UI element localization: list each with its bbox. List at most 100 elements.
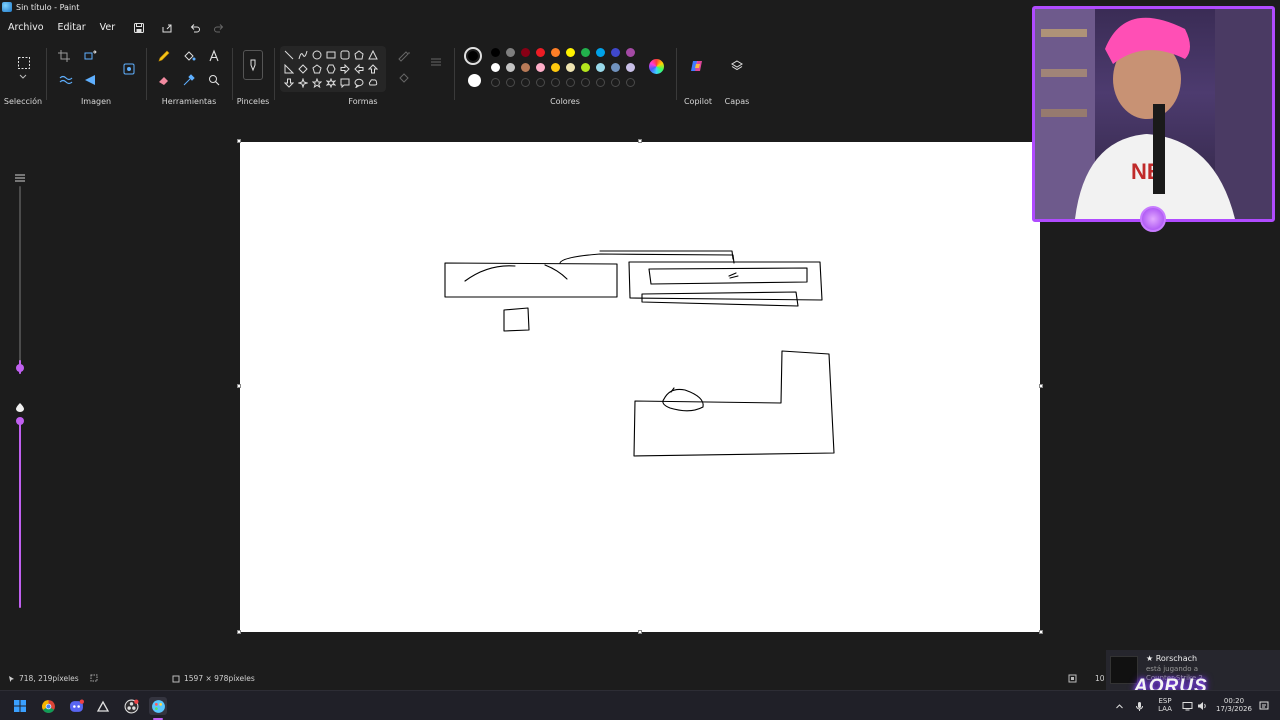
shape-five-point-star-icon[interactable] [310,76,324,90]
remove-background-icon[interactable] [118,58,140,80]
palette-color-swatch[interactable] [536,63,545,72]
shape-down-arrow-icon[interactable] [282,76,296,90]
paint-taskbar-icon[interactable] [149,697,167,715]
shape-rounded-rectangle-icon[interactable] [338,48,352,62]
shape-callout-rect-icon[interactable] [338,76,352,90]
shape-triangle-icon[interactable] [366,48,380,62]
shape-right-arrow-icon[interactable] [338,62,352,76]
save-icon[interactable] [128,17,150,39]
resize-handle-left[interactable] [237,384,241,388]
microphone-icon[interactable] [1132,697,1146,715]
custom-color-slot[interactable] [521,78,530,87]
drawing-canvas[interactable] [240,142,1040,632]
shape-callout-cloud-icon[interactable] [366,76,380,90]
resize-handle-top[interactable] [638,139,642,143]
palette-color-swatch[interactable] [581,48,590,57]
brush-icon[interactable] [243,50,263,80]
pencil-icon[interactable] [154,46,174,66]
size-slider-track[interactable] [19,186,21,372]
resize-icon[interactable] [80,46,100,66]
shape-pentagon-icon[interactable] [310,62,324,76]
palette-color-swatch[interactable] [581,63,590,72]
text-icon[interactable] [204,46,224,66]
palette-color-swatch[interactable] [551,63,560,72]
custom-color-slot[interactable] [596,78,605,87]
palette-color-swatch[interactable] [611,63,620,72]
selection-dropdown-icon[interactable] [15,72,31,82]
stroke-size-icon[interactable] [426,54,446,70]
palette-color-swatch[interactable] [491,48,500,57]
tray-chevron-icon[interactable] [1112,697,1126,715]
chrome-icon[interactable] [39,697,57,715]
zoom-level[interactable]: 10 [1095,674,1105,683]
shape-left-arrow-icon[interactable] [352,62,366,76]
shape-six-point-star-icon[interactable] [324,76,338,90]
opacity-slider-thumb[interactable] [16,417,24,425]
custom-color-slot[interactable] [551,78,560,87]
palette-color-swatch[interactable] [566,63,575,72]
palette-color-swatch[interactable] [506,63,515,72]
crop-icon[interactable] [54,46,74,66]
palette-color-swatch[interactable] [491,63,500,72]
keyboard-language[interactable]: ESP LAA [1155,697,1175,713]
palette-color-swatch[interactable] [551,48,560,57]
resize-handle-top-left[interactable] [237,139,241,143]
shape-outline-icon[interactable] [392,47,416,63]
opacity-slider-fill[interactable] [19,418,21,608]
palette-color-swatch[interactable] [626,48,635,57]
fit-to-window[interactable] [1068,674,1077,683]
resize-handle-bottom-right[interactable] [1039,630,1043,634]
custom-color-slot[interactable] [491,78,500,87]
palette-color-swatch[interactable] [596,63,605,72]
palette-color-swatch[interactable] [596,48,605,57]
eraser-icon[interactable] [154,70,174,90]
custom-color-slot[interactable] [611,78,620,87]
shape-right-triangle-icon[interactable] [282,62,296,76]
rotate-icon[interactable] [80,70,100,90]
copilot-icon[interactable] [687,56,707,76]
custom-color-slot[interactable] [536,78,545,87]
size-slider-thumb[interactable] [16,364,24,372]
edit-colors-icon[interactable] [649,59,664,74]
color-picker-icon[interactable] [179,70,199,90]
notifications-icon[interactable] [1257,697,1271,715]
clock[interactable]: 00:20 17/3/2026 [1213,697,1255,713]
menu-archivo[interactable]: Archivo [0,17,51,39]
palette-color-swatch[interactable] [626,63,635,72]
shape-fill-icon[interactable] [392,70,416,86]
shape-polygon-icon[interactable] [352,48,366,62]
volume-icon[interactable] [1195,697,1209,715]
custom-color-slot[interactable] [506,78,515,87]
secondary-color-swatch[interactable] [468,74,481,87]
palette-color-swatch[interactable] [536,48,545,57]
shape-diamond-icon[interactable] [296,62,310,76]
menu-ver[interactable]: Ver [93,17,123,39]
shape-curve-icon[interactable] [296,48,310,62]
palette-color-swatch[interactable] [506,48,515,57]
palette-color-swatch[interactable] [521,48,530,57]
palette-color-swatch[interactable] [611,48,620,57]
layers-icon[interactable] [727,56,747,76]
redo-icon[interactable] [208,17,230,39]
steam-icon[interactable] [94,697,112,715]
fill-bucket-icon[interactable] [179,46,199,66]
magnifier-icon[interactable] [204,70,224,90]
resize-handle-bottom-left[interactable] [237,630,241,634]
resize-handle-bottom[interactable] [638,630,642,634]
shape-callout-oval-icon[interactable] [352,76,366,90]
share-icon[interactable] [156,17,178,39]
primary-color-swatch[interactable] [464,47,482,65]
menu-editar[interactable]: Editar [51,17,93,39]
shape-hexagon-icon[interactable] [324,62,338,76]
palette-color-swatch[interactable] [566,48,575,57]
custom-color-slot[interactable] [626,78,635,87]
network-icon[interactable] [1180,697,1194,715]
obs-icon[interactable] [122,697,140,715]
shape-oval-icon[interactable] [310,48,324,62]
shape-rectangle-icon[interactable] [324,48,338,62]
image-adjust-icon[interactable] [56,70,76,90]
shape-up-arrow-icon[interactable] [366,62,380,76]
custom-color-slot[interactable] [566,78,575,87]
shape-four-point-star-icon[interactable] [296,76,310,90]
custom-color-slot[interactable] [581,78,590,87]
